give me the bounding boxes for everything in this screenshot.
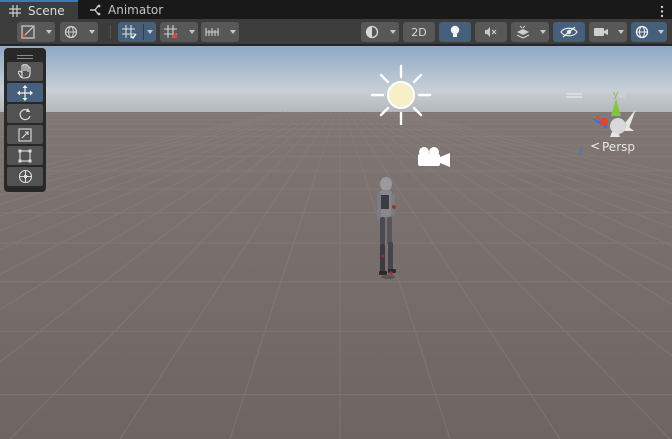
move-tool-button[interactable]: [7, 83, 43, 102]
tab-animator[interactable]: Animator: [82, 0, 172, 19]
move-arrows-icon: [17, 84, 33, 101]
projection-label: Persp: [602, 140, 635, 154]
rect-transform-icon: [18, 149, 32, 162]
scale-tool-button[interactable]: [7, 125, 43, 144]
tab-scene[interactable]: Scene: [0, 0, 78, 19]
lighting-toggle[interactable]: [439, 22, 471, 42]
audio-toggle[interactable]: [475, 22, 507, 42]
persp-arrow-icon: [590, 140, 600, 154]
scene-canvas: x y z: [0, 46, 672, 439]
grid-icon: [8, 4, 22, 18]
draw-mode-dropdown[interactable]: [17, 22, 55, 42]
scene-toolbar: 2D: [0, 19, 672, 45]
camera-icon: [594, 28, 608, 36]
svg-text:y: y: [613, 90, 619, 100]
svg-text:z: z: [578, 147, 583, 157]
tab-animator-label: Animator: [108, 2, 164, 17]
hand-icon: [18, 64, 31, 79]
rotate-icon: [19, 107, 31, 120]
lightbulb-icon: [450, 25, 460, 37]
shading-sphere-icon: [365, 25, 379, 39]
increment-snap-dropdown[interactable]: [160, 22, 198, 42]
audio-mute-icon: [485, 27, 497, 37]
scene-viewport[interactable]: x y z Persp: [0, 46, 672, 439]
tab-scene-label: Scene: [28, 3, 65, 18]
shaded-mode-icon: [21, 25, 35, 39]
globe-icon: [64, 25, 78, 39]
svg-text:x: x: [595, 113, 601, 123]
scene-visibility-toggle[interactable]: [553, 22, 585, 42]
hidden-eye-icon: [560, 26, 578, 38]
ruler-snap-dropdown[interactable]: [201, 22, 239, 42]
animator-icon: [88, 3, 102, 17]
effects-dropdown[interactable]: [511, 22, 549, 42]
grid-snapping-toggle[interactable]: [118, 22, 156, 42]
palette-drag-handle[interactable]: [7, 51, 43, 62]
scale-icon: [18, 127, 32, 142]
camera-settings-dropdown[interactable]: [589, 22, 627, 42]
projection-toggle[interactable]: Persp: [590, 140, 635, 154]
gizmos-globe-icon: [635, 25, 649, 39]
grid-snap-icon: [122, 25, 137, 39]
rotate-tool-button[interactable]: [7, 104, 43, 123]
global-local-dropdown[interactable]: [60, 22, 98, 42]
gizmos-dropdown[interactable]: [631, 22, 667, 42]
tab-bar: Scene Animator: [0, 0, 672, 19]
shading-mode-dropdown[interactable]: [361, 22, 399, 42]
effects-layers-icon: [516, 25, 530, 39]
2d-mode-toggle[interactable]: 2D: [403, 22, 435, 42]
directional-light-icon: [370, 64, 432, 126]
tool-palette: [4, 48, 46, 192]
more-options-icon[interactable]: [658, 3, 666, 18]
transform-tool-button[interactable]: [7, 167, 43, 186]
ruler-icon: [205, 28, 219, 36]
rect-tool-button[interactable]: [7, 146, 43, 165]
2d-mode-label: 2D: [411, 25, 427, 39]
transform-icon: [18, 169, 32, 184]
hand-tool-button[interactable]: [7, 62, 43, 81]
increment-snap-icon: [164, 25, 178, 39]
